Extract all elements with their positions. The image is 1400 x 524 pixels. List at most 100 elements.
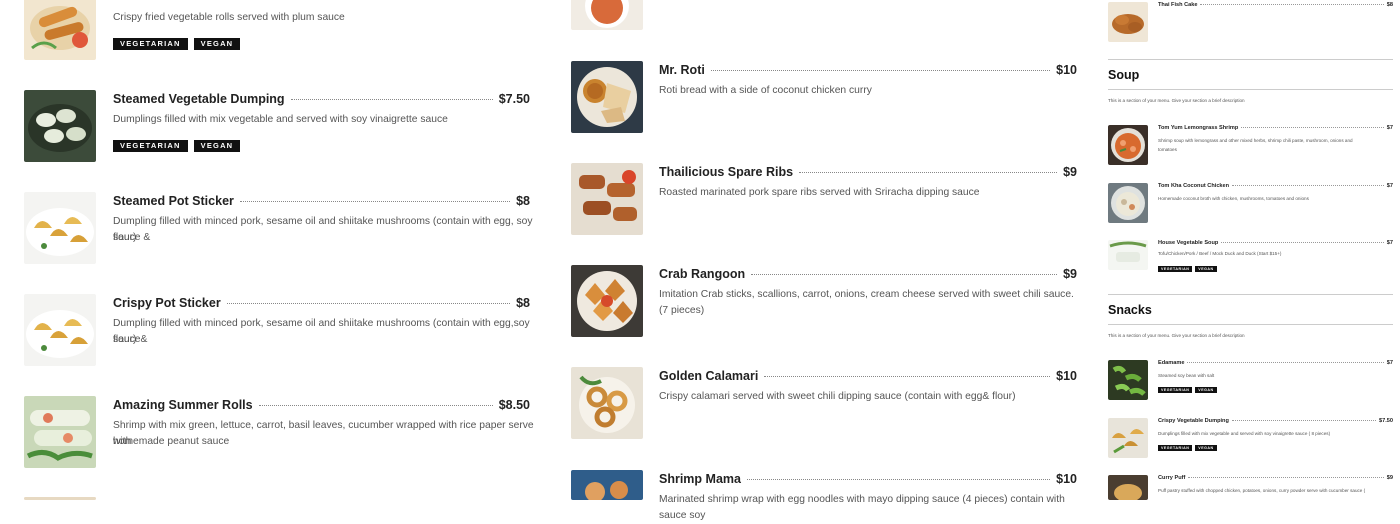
item-header: Mr. Roti $10 (659, 63, 1077, 77)
item-price: $7 (1386, 125, 1393, 131)
item-price: $8.50 (498, 398, 530, 412)
menu-column-b: Mr. Roti $10 Roti bread with a side of c… (571, 0, 1081, 521)
pot-sticker-photo (24, 294, 96, 366)
sauce-photo (571, 0, 643, 30)
fish-cake-photo (1108, 2, 1148, 42)
tom-yum-photo (1108, 125, 1148, 165)
leader-dots (751, 274, 1058, 275)
item-price: $9 (1063, 267, 1077, 281)
item-description: Tofu/Chicken/Pork / Beef / Mock Duck and… (1158, 251, 1282, 256)
item-description: Dumpling filled with minced pork, sesame… (113, 318, 530, 345)
menu-item[interactable]: Crab Rangoon $9 Imitation Crab sticks, s… (571, 265, 1081, 340)
section-divider (1108, 59, 1393, 60)
item-description: Shrimp soup with lemongrass and other mi… (1158, 138, 1353, 143)
leader-dots (710, 70, 1051, 71)
vegan-tag: VEGAN (1195, 445, 1217, 451)
vegan-tag: VEGAN (193, 140, 241, 152)
leader-dots (1187, 362, 1384, 363)
menu-column-c: Thai Fish Cake $8 Soup This is a section… (1108, 0, 1393, 500)
item-header: Shrimp Mama $10 (659, 472, 1077, 486)
leader-dots (290, 99, 493, 100)
menu-item[interactable]: Crispy fried vegetable rolls served with… (24, 0, 534, 68)
item-header: Thai Fish Cake $8 (1158, 2, 1393, 8)
item-description: Roasted marinated pork spare ribs served… (659, 187, 980, 198)
leader-dots (1241, 127, 1384, 128)
item-name: House Vegetable Soup (1158, 240, 1219, 246)
menu-item[interactable]: Thailicious Spare Ribs $9 Roasted marina… (571, 163, 1081, 238)
item-name: Mr. Roti (659, 63, 705, 77)
menu-item[interactable]: Shrimp Mama $10 Marinated shrimp wrap wi… (571, 470, 1081, 521)
dietary-tags: VEGETARIAN VEGAN (113, 38, 241, 50)
leader-dots (1200, 4, 1384, 5)
menu-item[interactable]: Curry Puff $9 Puff pastry stuffed with c… (1108, 475, 1393, 500)
dietary-tags: VEGETARIAN VEGAN (113, 140, 241, 152)
item-price: $9 (1386, 475, 1393, 481)
dietary-tags: VEGETARIAN VEGAN (1158, 266, 1217, 272)
item-header: Tom Kha Coconut Chicken $7 (1158, 183, 1393, 189)
menu-item[interactable]: Steamed Vegetable Dumping $7.50 Dumpling… (24, 90, 534, 165)
item-description: Marinated shrimp wrap with egg noodles w… (659, 494, 1065, 521)
tom-kha-photo (1108, 183, 1148, 223)
item-description-continued: tomatoes (1158, 147, 1177, 152)
section-divider (1108, 89, 1393, 90)
leader-dots (764, 376, 1051, 377)
menu-item[interactable]: Crispy Pot Sticker $8 Dumpling filled wi… (24, 294, 534, 369)
pot-sticker-photo (24, 192, 96, 264)
item-name: Crab Rangoon (659, 267, 746, 281)
calamari-photo (571, 367, 643, 439)
item-price: $8 (516, 296, 530, 310)
item-price: $8 (1386, 2, 1393, 8)
section-title-snacks: Snacks (1108, 303, 1152, 317)
item-header: House Vegetable Soup $7 (1158, 240, 1393, 246)
item-price: $10 (1056, 369, 1077, 383)
item-description: Crispy fried vegetable rolls served with… (113, 12, 345, 23)
item-price: $7.50 (498, 92, 530, 106)
leader-dots (746, 479, 1051, 480)
item-header: Crispy Pot Sticker $8 (113, 296, 530, 310)
item-name: Crispy Vegetable Dumping (1158, 418, 1229, 424)
item-description: Dumplings filled with mix vegetable and … (1158, 431, 1331, 436)
menu-item[interactable]: Tom Yum Lemongrass Shrimp $7 Shrimp soup… (1108, 125, 1393, 170)
dietary-tags: VEGETARIAN VEGAN (1158, 387, 1217, 393)
item-description: Imitation Crab sticks, scallions, carrot… (659, 289, 1074, 316)
leader-dots (258, 405, 493, 406)
curry-puff-photo (1108, 475, 1148, 500)
leader-dots (799, 172, 1058, 173)
leader-dots (1231, 420, 1376, 421)
dietary-tags: VEGETARIAN VEGAN (1158, 445, 1217, 451)
item-description: Homemade coconut broth with chicken, mus… (1158, 196, 1309, 201)
item-description: Roti bread with a side of coconut chicke… (659, 85, 872, 96)
menu-item[interactable]: Golden Calamari $10 Crispy calamari serv… (571, 367, 1081, 442)
item-header: Edamame $7 (1158, 360, 1393, 366)
item-header: Amazing Summer Rolls $8.50 (113, 398, 530, 412)
menu-item[interactable]: Amazing Summer Rolls $8.50 Shrimp with m… (24, 396, 534, 471)
menu-item[interactable]: Thai Fish Cake $8 (1108, 0, 1393, 45)
item-price: $7 (1386, 360, 1393, 366)
item-name: Crispy Pot Sticker (113, 296, 221, 310)
item-header: Crab Rangoon $9 (659, 267, 1077, 281)
vegan-tag: VEGAN (1195, 266, 1217, 272)
menu-item[interactable]: Edamame $7 Steamed soy bean with salt VE… (1108, 360, 1393, 405)
menu-item[interactable]: Steamed Pot Sticker $8 Dumpling filled w… (24, 192, 534, 267)
vegetarian-tag: VEGETARIAN (113, 38, 188, 50)
menu-item[interactable]: Tom Kha Coconut Chicken $7 Homemade coco… (1108, 183, 1393, 228)
menu-item[interactable]: House Vegetable Soup $7 Tofu/Chicken/Por… (1108, 240, 1393, 285)
item-description: Puff pastry stuffed with chopped chicken… (1158, 488, 1366, 493)
leader-dots (226, 303, 511, 304)
leader-dots (1188, 477, 1384, 478)
section-divider (1108, 324, 1393, 325)
roti-photo (571, 61, 643, 133)
menu-item[interactable]: Crispy Vegetable Dumping $7.50 Dumplings… (1108, 418, 1393, 463)
item-description-continued: flour) (113, 232, 137, 243)
item-header: Curry Puff $9 (1158, 475, 1393, 481)
menu-item[interactable]: Mr. Roti $10 Roti bread with a side of c… (571, 61, 1081, 136)
item-header: Golden Calamari $10 (659, 369, 1077, 383)
vegan-tag: VEGAN (193, 38, 241, 50)
item-header: Tom Yum Lemongrass Shrimp $7 (1158, 125, 1393, 131)
leader-dots (1221, 242, 1384, 243)
item-header: Steamed Vegetable Dumping $7.50 (113, 92, 530, 106)
item-name: Steamed Vegetable Dumping (113, 92, 285, 106)
item-description: Crispy calamari served with sweet chili … (659, 391, 1016, 402)
item-price: $8 (516, 194, 530, 208)
summer-rolls-photo (24, 396, 96, 468)
